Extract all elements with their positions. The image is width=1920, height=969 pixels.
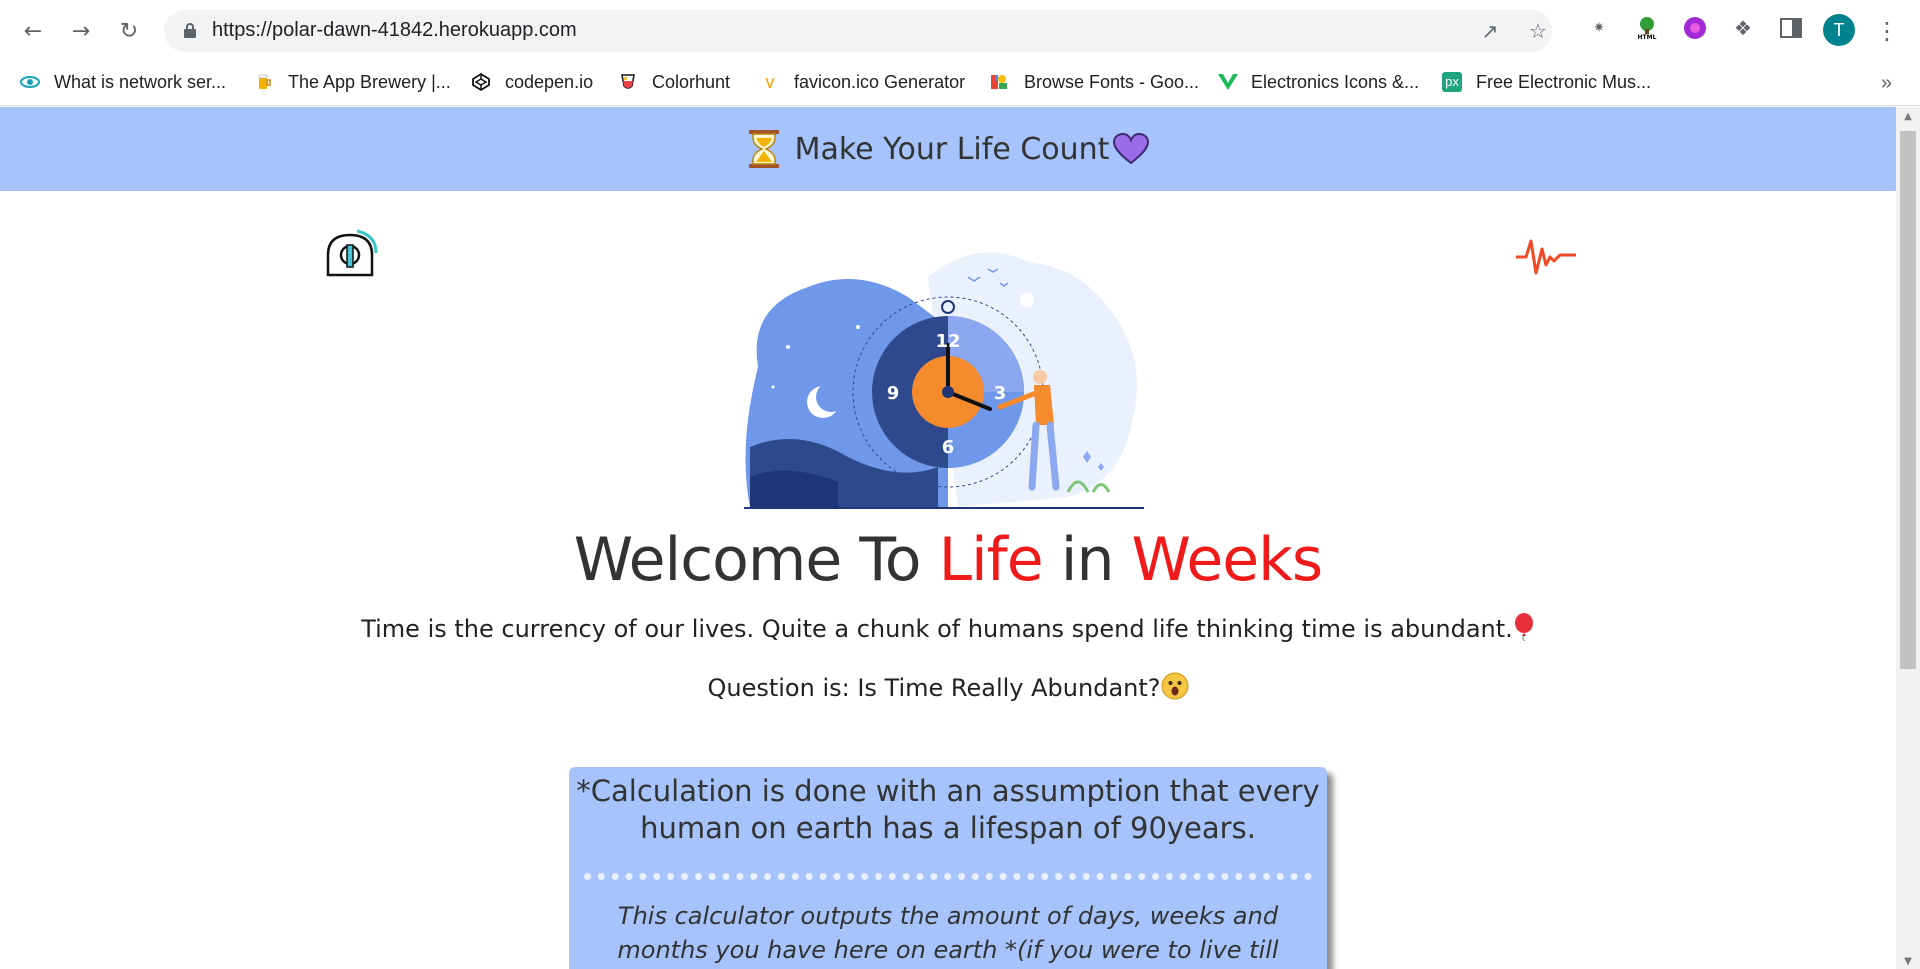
balloon-icon [1513, 613, 1535, 647]
hourglass-icon [747, 129, 781, 169]
address-bar[interactable]: https://polar-dawn-41842.herokuapp.com ↗… [164, 10, 1552, 52]
assumption-card: *Calculation is done with an assumption … [569, 767, 1327, 969]
forward-icon[interactable]: → [64, 14, 98, 48]
dotted-divider [584, 873, 1312, 880]
codepen-icon [471, 72, 491, 92]
bookmark-item[interactable]: What is network ser... [20, 68, 226, 96]
svg-text:HTML: HTML [1638, 34, 1657, 40]
electronics-icons-icon [1217, 72, 1238, 92]
px-icon: px [1442, 72, 1462, 92]
colorhunt-icon [618, 72, 638, 92]
browser-toolbar: ← → ↻ https://polar-dawn-41842.herokuapp… [0, 0, 1920, 58]
bookmark-item[interactable]: The App Brewery |... [254, 68, 451, 96]
google-fonts-icon [990, 72, 1010, 92]
bookmark-item[interactable]: Electronics Icons &... [1217, 68, 1419, 96]
clock-number-12: 12 [935, 331, 960, 352]
page-title: Welcome To Life in Weeks [573, 525, 1323, 595]
reload-icon[interactable]: ↻ [112, 14, 146, 48]
top-banner: Make Your Life Count [0, 107, 1896, 191]
eye-icon [20, 72, 40, 92]
calculator-description: This calculator outputs the amount of da… [617, 902, 1279, 964]
page-scrollbar[interactable]: ▲ ▼ [1896, 107, 1920, 969]
bookmark-item[interactable]: px Free Electronic Mus... [1442, 68, 1651, 96]
scroll-down-icon[interactable]: ▼ [1896, 956, 1920, 967]
bookmark-item[interactable]: Browse Fonts - Goo... [990, 68, 1199, 96]
bug-extension-icon[interactable]: ✷ [1585, 14, 1613, 42]
clock-number-9: 9 [887, 383, 900, 404]
share-icon[interactable]: ↗ [1478, 19, 1502, 43]
menu-kebab-icon[interactable]: ⋮ [1870, 14, 1904, 48]
profile-avatar[interactable]: T [1823, 14, 1855, 46]
banner-title: Make Your Life Count [794, 131, 1110, 167]
star-icon[interactable]: ☆ [1526, 19, 1550, 43]
favicon-generator-icon: v [765, 72, 775, 92]
purple-heart-icon [1113, 132, 1150, 165]
extensions-puzzle-icon[interactable]: ❖ [1729, 14, 1757, 42]
back-icon[interactable]: ← [16, 14, 50, 48]
bookmarks-bar: What is network ser... The App Brewery |… [0, 58, 1920, 106]
url-text[interactable]: https://polar-dawn-41842.herokuapp.com [212, 19, 577, 42]
head-gear-icon [322, 227, 378, 283]
clock-number-6: 6 [942, 437, 955, 458]
tagline: Time is the currency of our lives. Quite… [0, 613, 1896, 647]
bookmark-item[interactable]: Colorhunt [618, 68, 730, 96]
bookmark-item[interactable]: v favicon.ico Generator [760, 68, 966, 96]
lock-icon [184, 23, 196, 38]
heartbeat-pulse-icon [1514, 235, 1578, 279]
page-content: Make Your Life Count 12 3 6 9 Welcome To… [0, 107, 1896, 969]
assumption-heading: *Calculation is done with an assumption … [576, 774, 1320, 845]
scroll-thumb[interactable] [1900, 131, 1916, 669]
colorful-extension-icon[interactable] [1681, 14, 1709, 42]
bookmark-item[interactable]: codepen.io [471, 68, 593, 96]
question: Question is: Is Time Really Abundant? [0, 672, 1896, 706]
beer-icon [254, 72, 274, 92]
scroll-up-icon[interactable]: ▲ [1896, 111, 1920, 122]
more-bookmarks-icon[interactable]: » [1881, 72, 1892, 95]
clock-number-3: 3 [994, 383, 1007, 404]
surprised-face-icon [1161, 672, 1189, 706]
side-panel-icon[interactable] [1777, 14, 1805, 42]
html-tree-extension-icon[interactable]: HTML [1633, 14, 1661, 42]
clock-illustration: 12 3 6 9 [738, 247, 1152, 509]
